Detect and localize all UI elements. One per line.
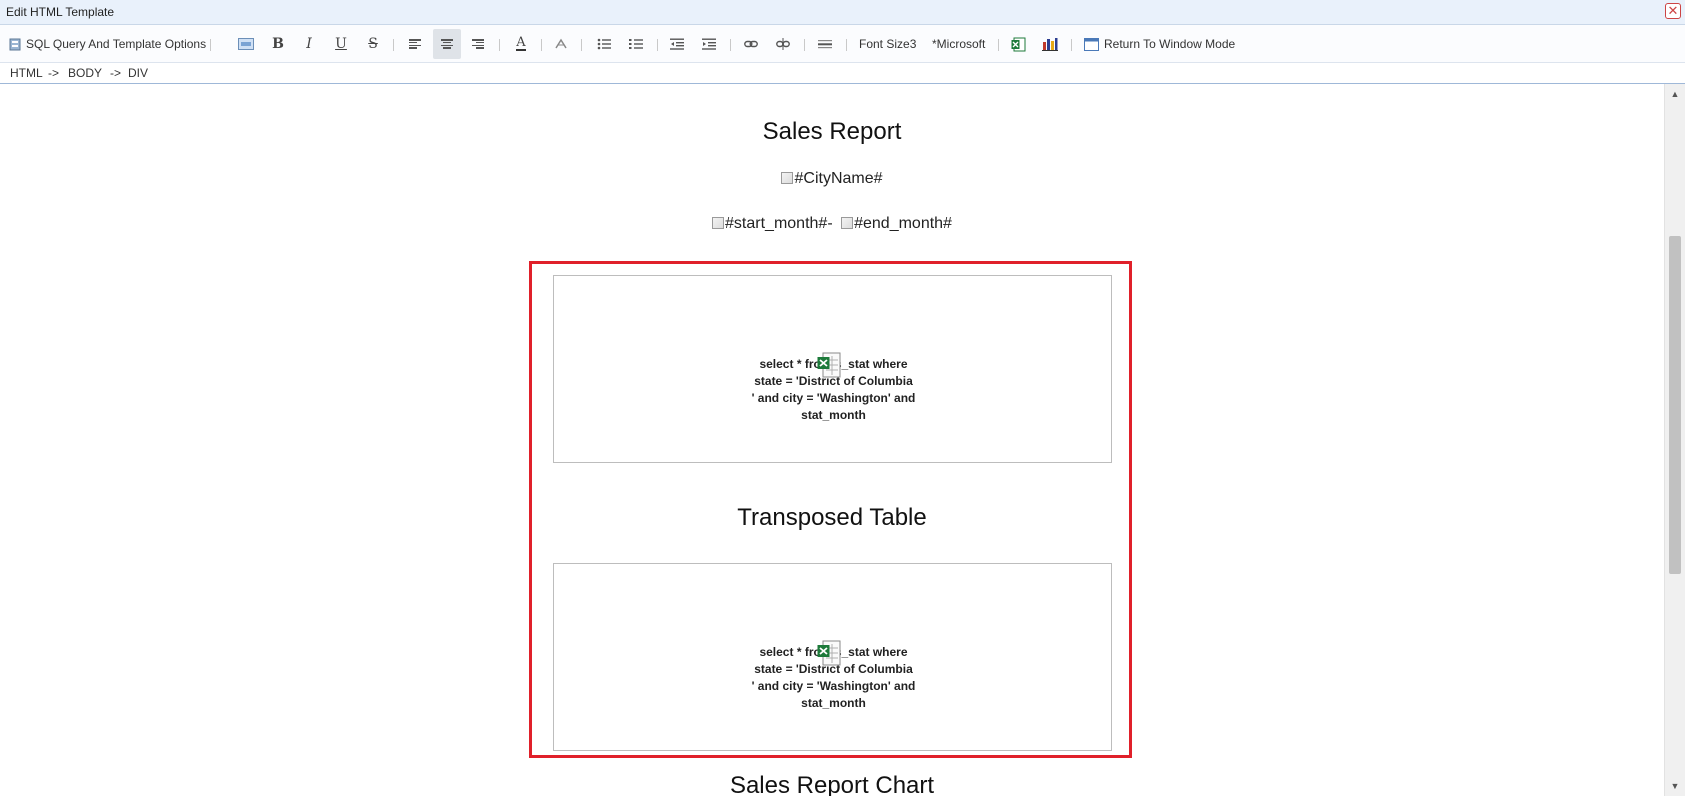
transposed-table-placeholder[interactable]: select * from s_stat where state = 'Dist…: [553, 563, 1112, 751]
month-range: #start_month#- #end_month#: [0, 215, 1664, 233]
align-center-icon: [441, 39, 453, 49]
sql-line: ' and city = 'Washington' and: [751, 679, 916, 693]
scroll-up-icon[interactable]: ▲: [1665, 86, 1685, 102]
italic-button[interactable]: I: [296, 29, 322, 59]
sql-line: stat_month: [801, 408, 866, 422]
strikethrough-button[interactable]: S: [360, 29, 386, 59]
sql-options-label: SQL Query And Template Options: [26, 37, 207, 51]
breadcrumb-div[interactable]: DIV: [128, 66, 148, 80]
remove-link-button[interactable]: [770, 29, 796, 59]
end-month-text: #end_month#: [854, 215, 952, 232]
city-placeholder: #CityName#: [0, 170, 1664, 188]
chart-icon: [1042, 38, 1058, 51]
return-window-mode-button[interactable]: Return To Window Mode: [1084, 29, 1235, 59]
title-bar: Edit HTML Template ✕: [0, 0, 1685, 25]
link-icon: [744, 40, 758, 48]
dash-text: -: [827, 215, 833, 232]
font-color-icon: A: [516, 35, 526, 51]
outdent-icon: [670, 38, 684, 50]
align-left-icon: [409, 39, 421, 49]
database-icon: [9, 38, 21, 51]
separator: [846, 39, 847, 51]
separator: [210, 39, 211, 51]
bullet-list-icon: [597, 38, 611, 50]
separator: [730, 39, 731, 51]
horizontal-rule-button[interactable]: [812, 29, 838, 59]
transposed-table-title: Transposed Table: [737, 504, 927, 531]
image-icon: [238, 38, 254, 50]
indent-button[interactable]: [696, 29, 722, 59]
report-title: Sales Report: [762, 118, 902, 145]
data-table-placeholder[interactable]: select * from s_stat where state = 'Dist…: [553, 275, 1112, 463]
indent-icon: [702, 38, 716, 50]
font-color-button[interactable]: A: [508, 29, 534, 59]
separator: [998, 39, 999, 51]
font-size-label: Font Size3: [859, 37, 917, 51]
city-placeholder-text: #CityName#: [794, 170, 883, 187]
editor-canvas[interactable]: Sales Report #CityName# #start_month#- #…: [0, 84, 1664, 796]
separator: [581, 39, 582, 51]
excel-table-icon: [817, 352, 841, 378]
numbered-list-button[interactable]: [623, 29, 649, 59]
window-icon: [1084, 37, 1099, 51]
window-title: Edit HTML Template: [6, 5, 115, 19]
breadcrumb-arrow: ->: [48, 66, 60, 80]
insert-table-button[interactable]: [1005, 29, 1031, 59]
align-right-button[interactable]: [465, 29, 491, 59]
close-icon[interactable]: ✕: [1665, 3, 1681, 19]
separator: [657, 39, 658, 51]
align-left-button[interactable]: [402, 29, 428, 59]
chart-title: Sales Report Chart: [729, 772, 935, 796]
separator: [499, 39, 500, 51]
separator: [541, 39, 542, 51]
scroll-down-icon[interactable]: ▼: [1665, 778, 1685, 794]
italic-icon: I: [306, 36, 312, 52]
return-window-mode-label: Return To Window Mode: [1104, 37, 1236, 51]
broken-image-icon: [781, 172, 794, 184]
underline-button[interactable]: U: [328, 29, 354, 59]
broken-image-icon: [712, 217, 725, 229]
horizontal-rule-icon: [818, 40, 832, 49]
sql-options-button[interactable]: SQL Query And Template Options: [8, 29, 206, 59]
insert-link-button[interactable]: [738, 29, 764, 59]
clear-format-button[interactable]: [548, 29, 574, 59]
clear-format-icon: [555, 38, 567, 49]
strikethrough-icon: S: [368, 36, 378, 52]
breadcrumb-html[interactable]: HTML: [10, 66, 43, 80]
sql-line: ' and city = 'Washington' and: [751, 391, 916, 405]
numbered-list-icon: [629, 39, 643, 49]
font-family-dropdown[interactable]: *Microsoft: [932, 29, 985, 59]
excel-table-icon: [817, 640, 841, 666]
unlink-icon: [776, 38, 790, 50]
bullet-list-button[interactable]: [591, 29, 617, 59]
editor-toolbar: SQL Query And Template Options B I U S A: [0, 25, 1685, 63]
separator: [393, 39, 394, 51]
outdent-button[interactable]: [664, 29, 690, 59]
separator: [804, 39, 805, 51]
align-center-button[interactable]: [433, 29, 461, 59]
font-family-label: *Microsoft: [932, 37, 986, 51]
start-month-text: #start_month#: [725, 215, 828, 232]
excel-table-icon: [1011, 37, 1025, 51]
insert-image-button[interactable]: [233, 29, 259, 59]
separator: [1071, 39, 1072, 51]
scrollbar-thumb[interactable]: [1669, 236, 1681, 574]
align-right-icon: [472, 39, 484, 49]
breadcrumb-arrow: ->: [110, 66, 122, 80]
bold-icon: B: [272, 36, 284, 52]
sql-line: stat_month: [801, 696, 866, 710]
vertical-scrollbar[interactable]: ▲ ▼: [1664, 84, 1685, 796]
element-path-breadcrumb: HTML -> BODY -> DIV: [0, 63, 1685, 84]
font-size-dropdown[interactable]: Font Size3: [859, 29, 916, 59]
underline-icon: U: [335, 36, 347, 52]
broken-image-icon: [841, 217, 854, 229]
insert-chart-button[interactable]: [1037, 29, 1063, 59]
breadcrumb-body[interactable]: BODY: [68, 66, 102, 80]
bold-button[interactable]: B: [265, 29, 291, 59]
